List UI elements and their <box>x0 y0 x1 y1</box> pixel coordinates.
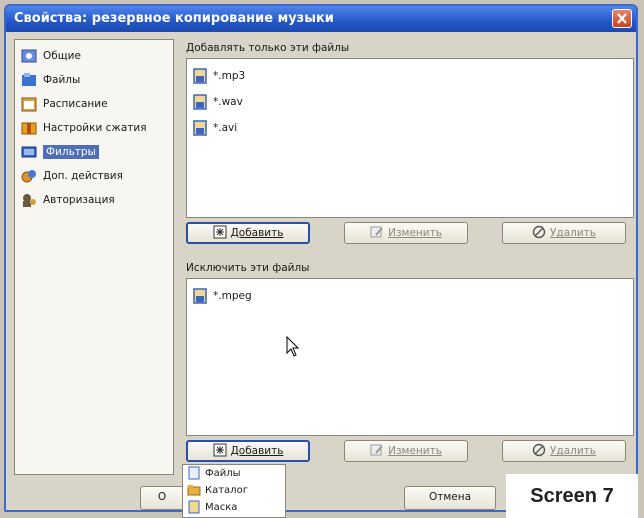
menu-item-label: Файлы <box>205 468 241 479</box>
file-mask-icon <box>193 68 207 84</box>
edit-icon <box>370 226 383 238</box>
file-icon <box>188 466 200 480</box>
sidebar-item-label: Фильтры <box>43 145 99 159</box>
list-item-label: *.mpeg <box>213 290 252 302</box>
list-item[interactable]: *.avi <box>187 115 633 141</box>
ok-label: О <box>157 491 167 503</box>
menu-item-label: Каталог <box>205 485 248 496</box>
sidebar-item-extra-actions[interactable]: Доп. действия <box>15 164 173 188</box>
include-edit-label: Изменить <box>388 227 442 239</box>
sidebar-item-label: Файлы <box>43 74 81 86</box>
menu-item-folder[interactable]: Каталог <box>183 482 285 499</box>
sidebar-item-files[interactable]: Файлы <box>15 68 173 92</box>
add-icon <box>213 443 227 457</box>
include-section-label: Добавлять только эти файлы <box>186 42 350 54</box>
ok-button[interactable]: О <box>140 486 184 510</box>
include-list[interactable]: *.mp3 *.wav *.avi <box>186 58 634 218</box>
file-mask-icon <box>193 120 207 136</box>
filters-icon <box>21 146 37 158</box>
include-delete-label: Удалить <box>550 227 596 239</box>
compression-icon <box>21 122 37 135</box>
mouse-cursor-icon <box>286 336 300 357</box>
exclude-add-label: Добавить <box>230 445 284 457</box>
close-icon <box>617 13 627 24</box>
list-item[interactable]: *.wav <box>187 89 633 115</box>
cancel-label: Отмена <box>428 491 472 503</box>
include-delete-button[interactable]: Удалить <box>502 222 626 244</box>
sidebar-item-label: Настройки сжатия <box>43 122 147 134</box>
sidebar-item-label: Общие <box>43 50 81 62</box>
list-item[interactable]: *.mpeg <box>187 283 633 309</box>
sidebar-item-label: Доп. действия <box>43 170 123 182</box>
list-item[interactable]: *.mp3 <box>187 63 633 89</box>
close-button[interactable] <box>612 9 632 28</box>
exclude-list[interactable]: *.mpeg <box>186 278 634 436</box>
exclude-add-button[interactable]: Добавить <box>186 440 310 462</box>
edit-icon <box>370 444 383 456</box>
sidebar-item-compression[interactable]: Настройки сжатия <box>15 116 173 140</box>
list-item-label: *.mp3 <box>213 70 246 82</box>
mask-icon <box>188 500 200 514</box>
exclude-edit-label: Изменить <box>388 445 442 457</box>
extra-actions-icon <box>21 170 36 183</box>
exclude-delete-button[interactable]: Удалить <box>502 440 626 462</box>
general-icon <box>21 49 37 63</box>
settings-sidebar: Общие Файлы Расписание Настройки сжатия … <box>14 39 174 475</box>
authorization-icon <box>23 194 36 207</box>
exclude-delete-label: Удалить <box>550 445 596 457</box>
include-edit-button[interactable]: Изменить <box>344 222 468 244</box>
delete-icon <box>532 225 546 239</box>
sidebar-item-label: Авторизация <box>43 194 115 206</box>
cancel-button[interactable]: Отмена <box>404 486 496 510</box>
title-bar: Свойства: резервное копирование музыки <box>6 6 636 32</box>
window-title: Свойства: резервное копирование музыки <box>14 11 334 26</box>
include-add-button[interactable]: Добавить <box>186 222 310 244</box>
exclude-section-label: Исключить эти файлы <box>186 262 310 274</box>
folder-icon <box>187 485 201 496</box>
sidebar-item-schedule[interactable]: Расписание <box>15 92 173 116</box>
list-item-label: *.wav <box>213 96 243 108</box>
sidebar-item-authorization[interactable]: Авторизация <box>15 188 173 212</box>
sidebar-item-general[interactable]: Общие <box>15 44 173 68</box>
list-item-label: *.avi <box>213 122 238 134</box>
exclude-edit-button[interactable]: Изменить <box>344 440 468 462</box>
delete-icon <box>532 443 546 457</box>
add-icon <box>213 225 227 239</box>
schedule-icon <box>21 97 37 112</box>
screen-caption: Screen 7 <box>506 474 638 518</box>
include-add-label: Добавить <box>230 227 284 239</box>
menu-item-files[interactable]: Файлы <box>183 465 285 482</box>
menu-item-label: Маска <box>205 502 238 513</box>
file-mask-icon <box>193 94 207 110</box>
files-icon <box>22 73 36 86</box>
menu-item-mask[interactable]: Маска <box>183 499 285 516</box>
sidebar-item-filters[interactable]: Фильтры <box>15 140 173 164</box>
sidebar-item-label: Расписание <box>43 98 108 110</box>
add-dropdown-menu: Файлы Каталог Маска <box>182 464 286 518</box>
file-mask-icon <box>193 288 207 304</box>
properties-dialog: Свойства: резервное копирование музыки О… <box>4 4 638 512</box>
